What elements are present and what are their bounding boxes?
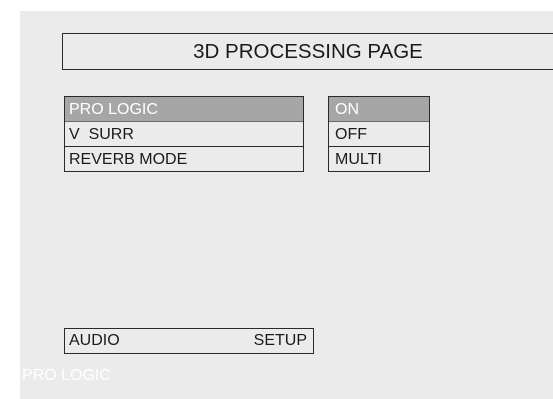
setup-label[interactable]: SETUP	[254, 329, 307, 353]
bottom-nav-bar: AUDIO SETUP	[64, 328, 314, 354]
status-text: PRO LOGIC	[22, 367, 111, 384]
option-list: ON OFF MULTI	[328, 96, 430, 172]
option-multi[interactable]: MULTI	[329, 147, 429, 171]
menu-item-reverb-mode[interactable]: REVERB MODE	[65, 147, 303, 171]
settings-menu: PRO LOGIC V SURR REVERB MODE	[64, 96, 304, 172]
osd-screen: 3D PROCESSING PAGE PRO LOGIC V SURR REVE…	[20, 11, 553, 399]
menu-item-pro-logic[interactable]: PRO LOGIC	[65, 97, 303, 122]
page-title: 3D PROCESSING PAGE	[62, 33, 553, 70]
audio-setup-link[interactable]: AUDIO	[69, 329, 120, 353]
option-on[interactable]: ON	[329, 97, 429, 122]
option-off[interactable]: OFF	[329, 122, 429, 147]
menu-item-v-surr[interactable]: V SURR	[65, 122, 303, 147]
